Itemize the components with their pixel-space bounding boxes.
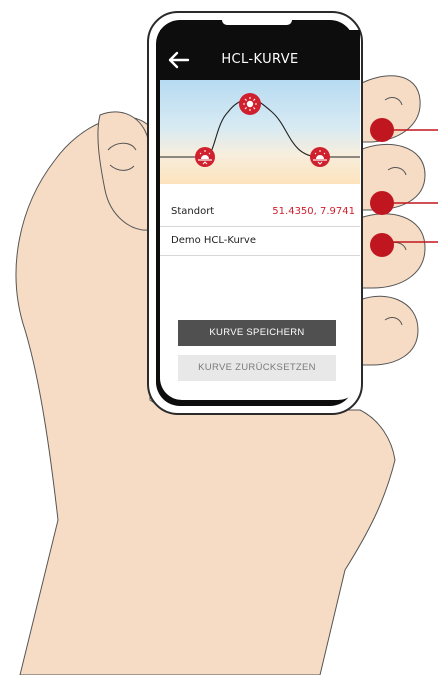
location-label: Standort: [171, 206, 215, 217]
curve-name-label: Demo HCL-Kurve: [171, 235, 256, 246]
save-curve-button[interactable]: KURVE SPEICHERN: [178, 320, 336, 346]
hcl-curve-chart[interactable]: [160, 80, 360, 184]
phone-screen: HCL-KURVE Standort 51.4350, 7.9741 Demo …: [160, 30, 360, 400]
location-row[interactable]: Standort 51.4350, 7.9741: [160, 198, 360, 227]
sunset-icon[interactable]: [310, 147, 330, 167]
page-title: HCL-KURVE: [221, 52, 299, 67]
location-value: 51.4350, 7.9741: [272, 206, 355, 217]
curve-name-row[interactable]: Demo HCL-Kurve: [160, 227, 360, 256]
finger-4: [359, 295, 419, 366]
callout-marker-3: [370, 233, 394, 257]
app-header: HCL-KURVE: [160, 30, 360, 80]
sun-icon[interactable]: [239, 93, 261, 115]
phone-notch: [222, 14, 292, 25]
sunrise-icon[interactable]: [195, 147, 215, 167]
finger-3: [359, 213, 426, 289]
callout-marker-2: [370, 191, 394, 215]
callout-marker-1: [370, 118, 394, 142]
reset-curve-button[interactable]: KURVE ZURÜCKSETZEN: [178, 355, 336, 381]
